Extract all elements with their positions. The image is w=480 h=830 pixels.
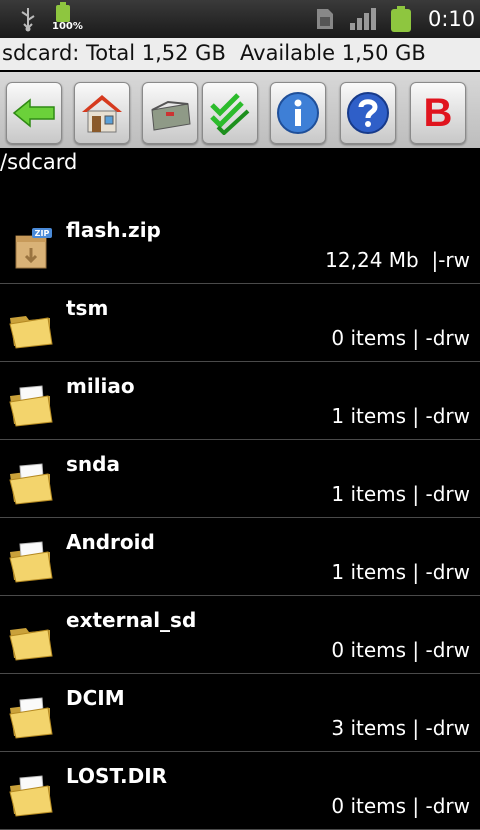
file-name: tsm	[66, 296, 109, 320]
home-icon	[82, 95, 122, 133]
file-name: flash.zip	[66, 218, 161, 242]
file-name: miliao	[66, 374, 135, 398]
toolbar: B	[0, 72, 480, 148]
folder-with-files-icon	[9, 385, 53, 427]
file-list: ZIP flash.zip 12,24 Mb |-rw tsm 0 items …	[0, 206, 480, 830]
storage-available: Available 1,50 GB	[240, 41, 426, 65]
current-path: /sdcard	[0, 150, 78, 174]
multi-select-button[interactable]	[142, 82, 198, 144]
battery-small-icon	[56, 2, 70, 22]
zip-file-icon: ZIP	[15, 228, 52, 269]
home-button[interactable]	[74, 82, 130, 144]
file-name: DCIM	[66, 686, 125, 710]
file-meta: 1 items | -drw	[331, 404, 470, 428]
list-item[interactable]: DCIM 3 items | -drw	[0, 674, 480, 752]
info-button[interactable]	[270, 82, 326, 144]
file-meta: 3 items | -drw	[331, 716, 470, 740]
list-item[interactable]: ZIP flash.zip 12,24 Mb |-rw	[0, 206, 480, 284]
folder-with-files-icon	[9, 697, 53, 739]
folder-icon	[9, 316, 53, 349]
file-name: LOST.DIR	[66, 764, 168, 788]
list-item[interactable]: LOST.DIR 0 items | -drw	[0, 752, 480, 830]
green-left-arrow-icon	[12, 98, 55, 128]
file-meta: 1 items | -drw	[331, 560, 470, 584]
list-item[interactable]: miliao 1 items | -drw	[0, 362, 480, 440]
usb-icon	[21, 8, 35, 32]
folder-with-files-icon	[9, 541, 53, 583]
help-icon	[347, 92, 389, 134]
storage-total: sdcard: Total 1,52 GB	[2, 41, 226, 65]
file-meta: 12,24 Mb |-rw	[325, 248, 470, 272]
signal-icon	[350, 8, 376, 30]
status-bar: 100% 0:10	[0, 0, 480, 38]
toolbox-icon	[151, 100, 191, 131]
file-meta: 1 items | -drw	[331, 482, 470, 506]
sim-card-icon	[317, 9, 333, 29]
list-item[interactable]: tsm 0 items | -drw	[0, 284, 480, 362]
info-icon	[277, 92, 319, 134]
file-meta: 0 items | -drw	[331, 794, 470, 818]
zip-badge: ZIP	[35, 229, 50, 238]
red-b-icon: B	[423, 90, 453, 135]
file-meta: 0 items | -drw	[331, 326, 470, 350]
list-item[interactable]: snda 1 items | -drw	[0, 440, 480, 518]
file-meta: 0 items | -drw	[331, 638, 470, 662]
folder-with-files-icon	[9, 775, 53, 817]
battery-icon	[391, 6, 411, 32]
file-name: snda	[66, 452, 120, 476]
green-checks-icon	[210, 93, 250, 135]
battery-percent: 100%	[52, 21, 83, 32]
help-button[interactable]	[340, 82, 396, 144]
bookmark-button[interactable]: B	[410, 82, 466, 144]
check-all-button[interactable]	[202, 82, 258, 144]
back-button[interactable]	[6, 82, 62, 144]
list-item[interactable]: Android 1 items | -drw	[0, 518, 480, 596]
folder-icon	[9, 628, 53, 661]
folder-with-files-icon	[9, 463, 53, 505]
file-name: external_sd	[66, 608, 197, 632]
file-name: Android	[66, 530, 155, 554]
clock: 0:10	[428, 7, 476, 31]
list-item[interactable]: external_sd 0 items | -drw	[0, 596, 480, 674]
storage-info-bar: sdcard: Total 1,52 GB Available 1,50 GB	[0, 38, 480, 70]
